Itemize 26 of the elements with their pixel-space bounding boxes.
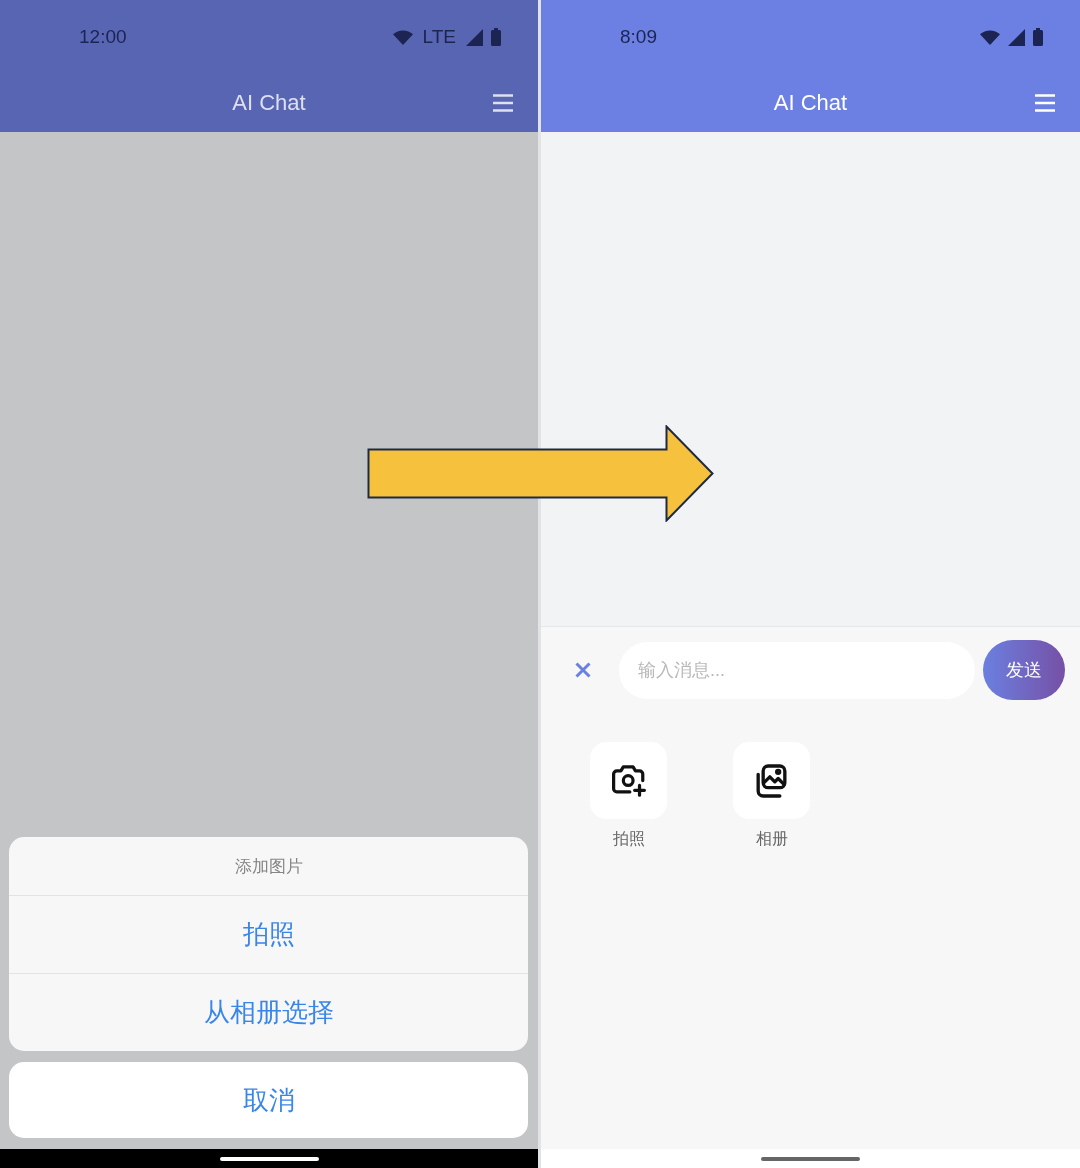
- wifi-icon: [980, 29, 1000, 45]
- attachment-button[interactable]: [733, 742, 810, 819]
- menu-icon[interactable]: [493, 94, 513, 112]
- camera-plus-icon: [611, 764, 646, 797]
- status-time: 8:09: [620, 26, 657, 48]
- battery-icon: [1033, 28, 1043, 46]
- wifi-icon: [392, 29, 413, 45]
- battery-icon: [491, 28, 501, 46]
- home-indicator[interactable]: [219, 1156, 319, 1161]
- app-title: AI Chat: [773, 90, 848, 116]
- message-input[interactable]: 输入消息...: [619, 641, 975, 699]
- app-title: AI Chat: [232, 90, 306, 116]
- signal-icon: [1008, 28, 1025, 46]
- signal-icon: [466, 28, 483, 46]
- attachment-label: 拍照: [612, 829, 645, 849]
- attachment-label: 相册: [755, 829, 788, 849]
- status-time: 12:00: [79, 26, 127, 48]
- attachment-button[interactable]: [590, 742, 667, 819]
- cancel-button[interactable]: 取消: [9, 1062, 528, 1138]
- sheet-option[interactable]: 拍照: [9, 896, 528, 973]
- network-label: LTE: [422, 26, 456, 48]
- sheet-option[interactable]: 从相册选择: [9, 974, 528, 1051]
- gallery-icon: [756, 763, 787, 798]
- sheet-title: 添加图片: [234, 855, 303, 878]
- close-icon[interactable]: [575, 662, 591, 678]
- send-button[interactable]: 发送: [983, 640, 1065, 700]
